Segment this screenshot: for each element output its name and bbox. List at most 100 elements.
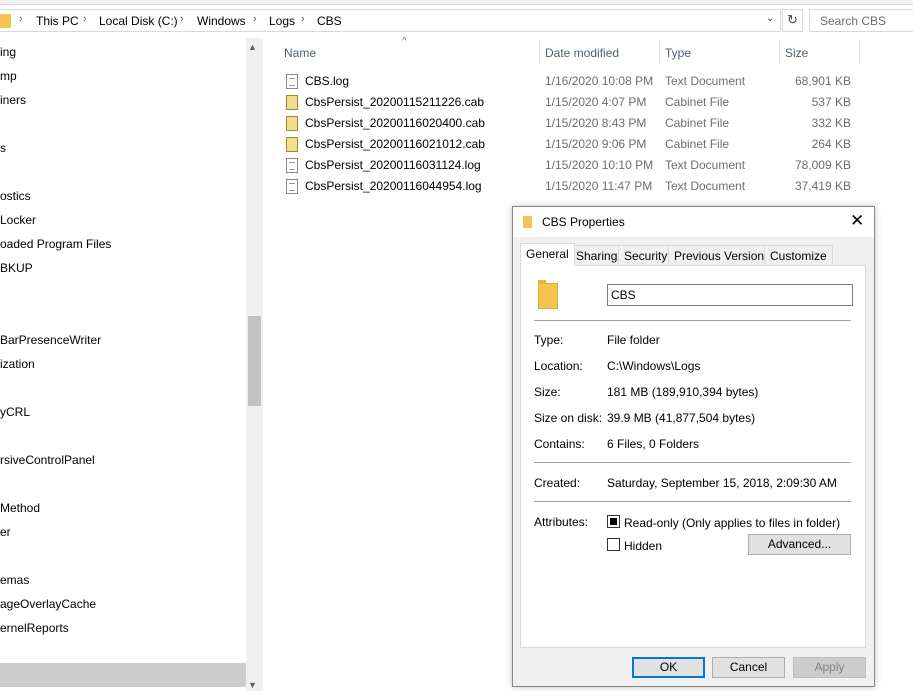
file-date: 1/16/2020 10:08 PM	[545, 74, 654, 88]
hidden-label[interactable]: Hidden	[624, 539, 662, 553]
ok-button[interactable]: OK	[632, 657, 705, 678]
column-divider[interactable]	[859, 40, 860, 64]
tab-general[interactable]: General	[520, 243, 575, 266]
hidden-checkbox[interactable]	[607, 538, 620, 551]
general-tab-panel: CBS Type: File folder Location: C:\Windo…	[520, 265, 866, 648]
breadcrumb-separator-icon[interactable]: ›	[19, 13, 23, 25]
tab-security[interactable]: Security	[618, 245, 674, 265]
nav-item[interactable]: rsiveControlPanel	[0, 453, 95, 467]
breadcrumb-separator-icon[interactable]: ›	[301, 13, 305, 25]
scroll-down-icon[interactable]: ▼	[248, 680, 257, 690]
column-header-date-modified[interactable]: Date modified	[545, 46, 619, 60]
tab-sharing[interactable]: Sharing	[570, 245, 624, 265]
folder-name-input[interactable]: CBS	[607, 284, 853, 306]
close-icon[interactable]: ✕	[850, 211, 864, 231]
nav-item[interactable]: BKUP	[0, 261, 33, 275]
sort-ascending-icon: ^	[402, 36, 407, 47]
breadcrumb-separator-icon[interactable]: ›	[180, 13, 184, 25]
nav-item[interactable]: ing	[0, 45, 16, 59]
search-input[interactable]: Search CBS	[809, 9, 913, 32]
cab-file-icon	[286, 95, 298, 110]
log-file-icon	[286, 74, 298, 89]
file-size: 264 KB	[811, 137, 851, 151]
file-size: 537 KB	[811, 95, 851, 109]
location-value: C:\Windows\Logs	[607, 359, 701, 373]
file-type: Text Document	[665, 74, 746, 88]
breadcrumb-separator-icon[interactable]: ›	[253, 13, 257, 25]
navigation-pane: ing mp iners s ostics Locker oaded Progr…	[0, 38, 246, 691]
column-divider[interactable]	[779, 40, 780, 64]
size-on-disk-label: Size on disk:	[534, 411, 603, 425]
contains-label: Contains:	[534, 437, 585, 451]
breadcrumb-logs[interactable]: Logs	[269, 14, 295, 28]
breadcrumb-local-disk[interactable]: Local Disk (C:)	[99, 14, 178, 28]
breadcrumb-this-pc[interactable]: This PC	[36, 14, 79, 28]
column-header-size[interactable]: Size	[785, 46, 808, 60]
address-dropdown-icon[interactable]: ⌄	[766, 13, 774, 24]
nav-item[interactable]: ageOverlayCache	[0, 597, 96, 611]
created-label: Created:	[534, 476, 581, 490]
cancel-button[interactable]: Cancel	[712, 657, 785, 678]
contains-value: 6 Files, 0 Folders	[607, 437, 700, 451]
nav-item[interactable]: er	[0, 525, 11, 539]
nav-item[interactable]: ostics	[0, 189, 31, 203]
refresh-button[interactable]: ↻	[782, 9, 803, 32]
breadcrumb-windows[interactable]: Windows	[197, 14, 246, 28]
column-divider[interactable]	[659, 40, 660, 64]
advanced-button[interactable]: Advanced...	[748, 534, 851, 555]
file-date: 1/15/2020 8:43 PM	[545, 116, 647, 130]
readonly-label[interactable]: Read-only (Only applies to files in fold…	[624, 516, 840, 530]
file-size: 332 KB	[811, 116, 851, 130]
folder-icon	[523, 216, 532, 228]
attributes-label: Attributes:	[534, 515, 589, 529]
nav-item[interactable]: s	[0, 141, 6, 155]
file-row[interactable]: CbsPersist_20200116031124.log 1/15/2020 …	[280, 155, 860, 176]
divider	[534, 501, 851, 502]
nav-item[interactable]: Method	[0, 501, 40, 515]
divider	[534, 462, 851, 463]
file-name: CbsPersist_20200116020400.cab	[305, 116, 485, 130]
file-row[interactable]: CbsPersist_20200115211226.cab 1/15/2020 …	[280, 92, 860, 113]
tab-customize[interactable]: Customize	[764, 245, 833, 265]
nav-item[interactable]: mp	[0, 69, 17, 83]
nav-item[interactable]: oaded Program Files	[0, 237, 111, 251]
nav-item[interactable]: iners	[0, 93, 26, 107]
nav-selected-item[interactable]	[0, 663, 246, 687]
apply-button[interactable]: Apply	[793, 657, 866, 678]
folder-icon	[538, 280, 558, 309]
file-type: Cabinet File	[665, 116, 730, 130]
readonly-checkbox[interactable]	[607, 515, 620, 528]
file-row[interactable]: CbsPersist_20200116021012.cab 1/15/2020 …	[280, 134, 860, 155]
nav-item[interactable]: ernelReports	[0, 621, 69, 635]
column-header-type[interactable]: Type	[665, 46, 691, 60]
scroll-up-icon[interactable]: ▲	[248, 42, 257, 52]
dialog-title: CBS Properties	[542, 215, 625, 229]
file-row[interactable]: CBS.log 1/16/2020 10:08 PM Text Document…	[280, 71, 860, 92]
nav-item[interactable]: BarPresenceWriter	[0, 333, 101, 347]
column-header-name[interactable]: Name	[284, 46, 316, 60]
breadcrumb-cbs[interactable]: CBS	[317, 14, 342, 28]
breadcrumb-separator-icon[interactable]: ›	[83, 13, 87, 25]
nav-scrollbar-thumb[interactable]	[248, 316, 261, 406]
file-type: Cabinet File	[665, 95, 730, 109]
file-name: CBS.log	[305, 74, 350, 88]
file-row[interactable]: CbsPersist_20200116044954.log 1/15/2020 …	[280, 176, 860, 197]
file-date: 1/15/2020 4:07 PM	[545, 95, 647, 109]
tab-previous-versions[interactable]: Previous Versions	[668, 245, 777, 265]
file-row[interactable]: CbsPersist_20200116020400.cab 1/15/2020 …	[280, 113, 860, 134]
file-name: CbsPersist_20200116021012.cab	[305, 137, 485, 151]
window-top-edge	[0, 0, 913, 5]
file-type: Text Document	[665, 158, 746, 172]
log-file-icon	[286, 179, 298, 194]
nav-item[interactable]: emas	[0, 573, 29, 587]
nav-item[interactable]: Locker	[0, 213, 36, 227]
address-bar[interactable]: › This PC › Local Disk (C:) › Windows › …	[0, 9, 781, 32]
properties-dialog: CBS Properties ✕ General Sharing Securit…	[512, 206, 875, 687]
divider	[534, 320, 851, 321]
nav-item[interactable]: yCRL	[0, 405, 30, 419]
file-size: 37,419 KB	[794, 179, 851, 193]
nav-item[interactable]: ization	[0, 357, 35, 371]
location-label: Location:	[534, 359, 583, 373]
column-divider[interactable]	[539, 40, 540, 64]
size-value: 181 MB (189,910,394 bytes)	[607, 385, 759, 399]
